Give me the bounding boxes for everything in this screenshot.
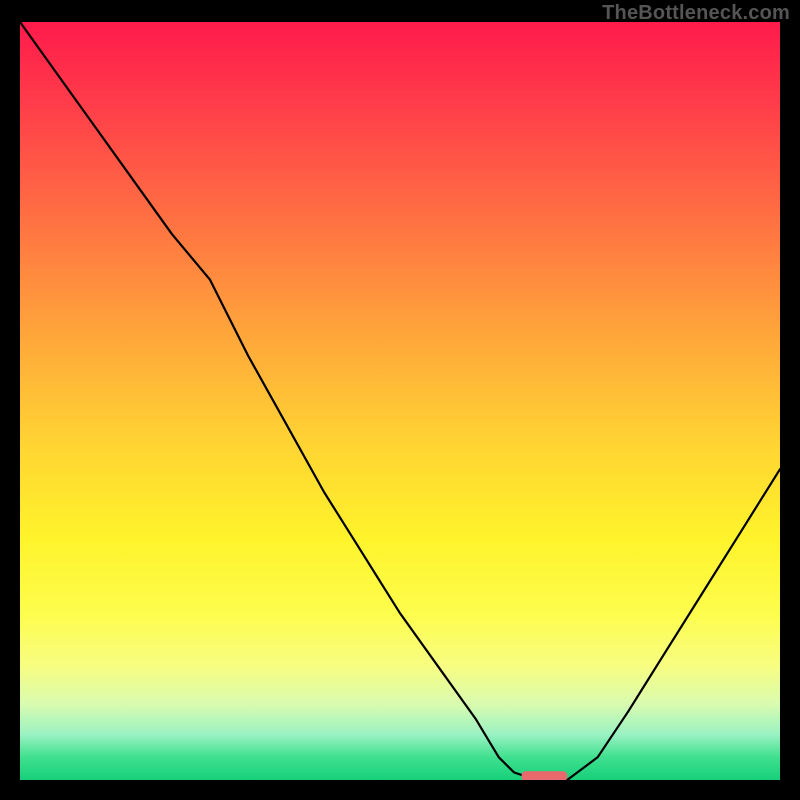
optimal-marker: [522, 771, 568, 780]
plot-area: [20, 22, 780, 780]
chart-frame: TheBottleneck.com: [0, 0, 800, 800]
bottleneck-curve: [20, 22, 780, 780]
